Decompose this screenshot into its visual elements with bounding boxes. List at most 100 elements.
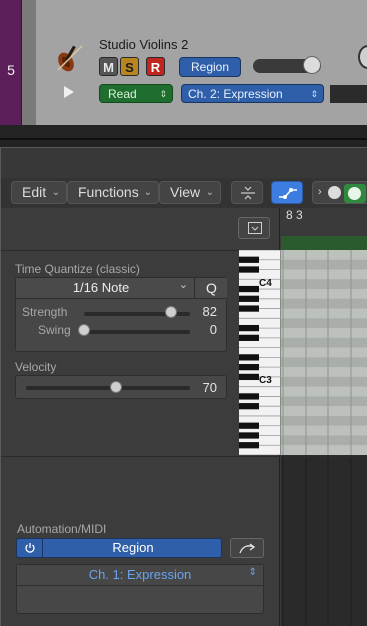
play-icon[interactable] (63, 85, 75, 99)
midi-port-icon (328, 186, 341, 199)
power-button[interactable] (17, 539, 43, 557)
power-icon (25, 543, 35, 553)
time-quantize-label: Time Quantize (classic) (15, 262, 140, 276)
grid-row (281, 435, 367, 446)
grid-row (281, 367, 367, 377)
edit-menu-label: Edit (22, 184, 47, 200)
edit-menu[interactable]: Edit ⌄ (11, 181, 67, 204)
strength-value[interactable]: 82 (191, 304, 217, 319)
strength-slider-knob[interactable] (164, 306, 177, 318)
functions-menu[interactable]: Functions ⌄ (67, 181, 159, 204)
time-quantize-panel: 1/16 Note ⌄ Q Strength 82 Swing 0 (15, 277, 227, 352)
pan-knob[interactable] (358, 45, 367, 69)
track-header[interactable]: 5 Studio Violins 2 M S R Region Read ⇕ C… (0, 0, 367, 125)
track-name[interactable]: Studio Violins 2 (99, 37, 188, 52)
grid-row (281, 396, 367, 407)
grid-row (281, 347, 367, 358)
grid-row (281, 289, 367, 299)
grid-row (281, 308, 367, 319)
mute-button[interactable]: M (99, 57, 118, 76)
volume-knob[interactable] (303, 56, 321, 74)
grid-row (281, 250, 367, 260)
editor-toolbar: Edit ⌄ Functions ⌄ View ⌄ › (1, 178, 367, 208)
split-bar[interactable] (0, 125, 367, 147)
collapse-button[interactable] (231, 181, 263, 204)
app-root: 5 Studio Violins 2 M S R Region Read ⇕ C… (0, 0, 367, 626)
view-menu-label: View (170, 184, 201, 200)
black-key[interactable] (239, 295, 259, 302)
black-key[interactable] (239, 364, 259, 371)
automation-value-field[interactable] (330, 85, 367, 103)
chevron-down-icon: ⌄ (205, 187, 214, 198)
midi-port-icon (348, 187, 361, 200)
collapse-icon (241, 186, 255, 200)
swing-slider-knob[interactable] (78, 324, 90, 336)
chevron-down-icon: ⌄ (143, 187, 152, 198)
velocity-value[interactable]: 70 (191, 380, 217, 395)
black-key[interactable] (239, 324, 259, 332)
velocity-slider[interactable] (26, 386, 190, 390)
track-main: Studio Violins 2 M S R Region Read ⇕ Ch.… (36, 0, 367, 125)
grid-row (281, 425, 367, 436)
quantize-value-select[interactable]: 1/16 Note ⌄ (16, 278, 195, 298)
velocity-label: Velocity (15, 360, 57, 374)
swing-value[interactable]: 0 (191, 322, 217, 337)
velocity-slider-knob[interactable] (110, 381, 123, 393)
black-key[interactable] (239, 256, 259, 263)
grid-row (281, 318, 367, 329)
black-key[interactable] (239, 354, 259, 361)
black-key[interactable] (239, 403, 259, 410)
automation-grid-lines (282, 458, 352, 626)
automation-region-bar[interactable]: Region (16, 538, 222, 558)
view-menu[interactable]: View ⌄ (159, 181, 221, 204)
chevron-right-icon: › (318, 186, 322, 198)
automation-midi-label: Automation/MIDI (17, 522, 107, 536)
black-key[interactable] (239, 422, 259, 429)
piano-keyboard[interactable]: C4 C3 (239, 249, 281, 456)
automation-toggle-button[interactable] (271, 181, 303, 204)
automation-snap-button[interactable] (230, 538, 264, 558)
black-key[interactable] (239, 373, 259, 381)
panel-divider (16, 298, 227, 299)
swing-slider[interactable] (84, 330, 190, 334)
grid-row (281, 386, 367, 397)
ruler[interactable]: 8 3 (281, 208, 367, 236)
automation-mode-select[interactable]: Read ⇕ (99, 84, 173, 103)
quantize-value: 1/16 Note (72, 280, 130, 295)
midi-thru-button[interactable] (344, 184, 366, 203)
automation-lane[interactable] (281, 458, 367, 626)
chevron-updown-icon: ⇕ (159, 89, 167, 99)
quantize-button[interactable]: Q (196, 278, 227, 298)
midi-in-button[interactable]: › (312, 181, 367, 204)
record-button[interactable]: R (146, 57, 165, 76)
grid-row (281, 279, 367, 290)
inspector-divider (1, 456, 280, 457)
split-divider (0, 138, 367, 140)
black-key[interactable] (239, 305, 259, 312)
black-key[interactable] (239, 334, 259, 341)
curve-arrow-icon (239, 543, 256, 554)
grid-row (281, 406, 367, 416)
black-key[interactable] (239, 285, 259, 293)
chevron-down-icon: ⌄ (51, 187, 60, 198)
automation-parameter-select[interactable]: Ch. 1: Expression ⇕ (17, 565, 263, 586)
strength-label: Strength (22, 305, 68, 319)
black-key[interactable] (239, 442, 259, 449)
inspector-toggle-button[interactable] (238, 217, 270, 239)
grid-row (281, 269, 367, 280)
region-button[interactable]: Region (179, 57, 241, 77)
black-key[interactable] (239, 266, 259, 273)
grid-row (281, 337, 367, 348)
region-bar[interactable] (281, 236, 367, 250)
grid-row (281, 357, 367, 368)
automation-parameter-select[interactable]: Ch. 2: Expression ⇕ (181, 84, 324, 103)
velocity-panel: 70 (15, 375, 227, 399)
black-key[interactable] (239, 432, 259, 439)
note-grid[interactable] (281, 250, 367, 455)
piano-roll-area[interactable]: 8 3 (281, 208, 367, 626)
solo-button[interactable]: S (120, 57, 139, 76)
inspector-icon (248, 222, 262, 234)
track-number: 5 (7, 62, 15, 78)
black-key[interactable] (239, 393, 259, 400)
automation-curve-icon (279, 188, 297, 199)
